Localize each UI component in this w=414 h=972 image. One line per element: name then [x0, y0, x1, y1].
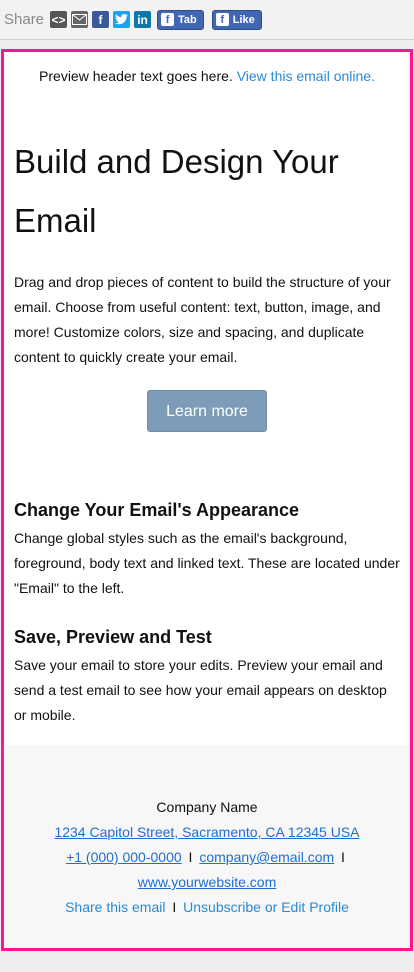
- separator: I: [341, 849, 345, 865]
- view-online-link[interactable]: View this email online.: [237, 68, 375, 84]
- section1-heading: Change Your Email's Appearance: [14, 500, 300, 520]
- email-title-line2: Email: [14, 202, 97, 239]
- share-label: Share: [4, 11, 45, 28]
- website-line: www.yourwebsite.com: [4, 870, 410, 895]
- linkedin-icon[interactable]: in: [134, 11, 152, 28]
- facebook-like-button[interactable]: f Like: [211, 9, 262, 30]
- embed-icon[interactable]: <>: [50, 11, 68, 28]
- email-frame: Preview header text goes here. View this…: [1, 49, 413, 951]
- share-email-link[interactable]: Share this email: [65, 899, 165, 915]
- intro-paragraph: Drag and drop pieces of content to build…: [14, 274, 391, 365]
- section1-paragraph: Change global styles such as the email's…: [14, 530, 400, 596]
- address-line: 1234 Capitol Street, Sacramento, CA 1234…: [4, 820, 410, 845]
- email-title-line1: Build and Design Your: [14, 143, 339, 180]
- email-footer: Company Name 1234 Capitol Street, Sacram…: [4, 745, 410, 948]
- email-content: Build and Design Your Email Drag and dro…: [14, 132, 400, 728]
- email-link[interactable]: company@email.com: [199, 849, 334, 865]
- share-bar: Share <> f in f Tab f Like: [0, 0, 414, 40]
- unsubscribe-link[interactable]: Unsubscribe or Edit Profile: [183, 899, 349, 915]
- preview-header: Preview header text goes here. View this…: [4, 68, 410, 84]
- email-title: Build and Design Your Email: [14, 132, 400, 250]
- share-unsub-line: Share this email I Unsubscribe or Edit P…: [4, 895, 410, 920]
- facebook-tab-button[interactable]: f Tab: [157, 9, 204, 30]
- section2-heading: Save, Preview and Test: [14, 627, 212, 647]
- preview-text: Preview header text goes here.: [39, 68, 233, 84]
- phone-link[interactable]: +1 (000) 000-0000: [66, 849, 182, 865]
- address-link[interactable]: 1234 Capitol Street, Sacramento, CA 1234…: [54, 824, 359, 840]
- like-label: Like: [232, 13, 255, 26]
- facebook-icon: f: [215, 13, 229, 26]
- company-name: Company Name: [156, 799, 258, 815]
- contact-line: +1 (000) 000-0000 I company@email.com I: [4, 845, 410, 870]
- tab-label: Tab: [178, 13, 197, 26]
- email-icon[interactable]: [71, 11, 89, 28]
- separator: I: [172, 899, 177, 915]
- learn-more-button[interactable]: Learn more: [147, 390, 267, 432]
- facebook-icon[interactable]: f: [92, 11, 110, 28]
- button-wrap: Learn more: [14, 390, 400, 432]
- facebook-icon: f: [161, 13, 175, 26]
- website-link[interactable]: www.yourwebsite.com: [138, 874, 277, 890]
- separator: I: [188, 849, 193, 865]
- twitter-icon[interactable]: [113, 11, 131, 28]
- section2-paragraph: Save your email to store your edits. Pre…: [14, 657, 387, 723]
